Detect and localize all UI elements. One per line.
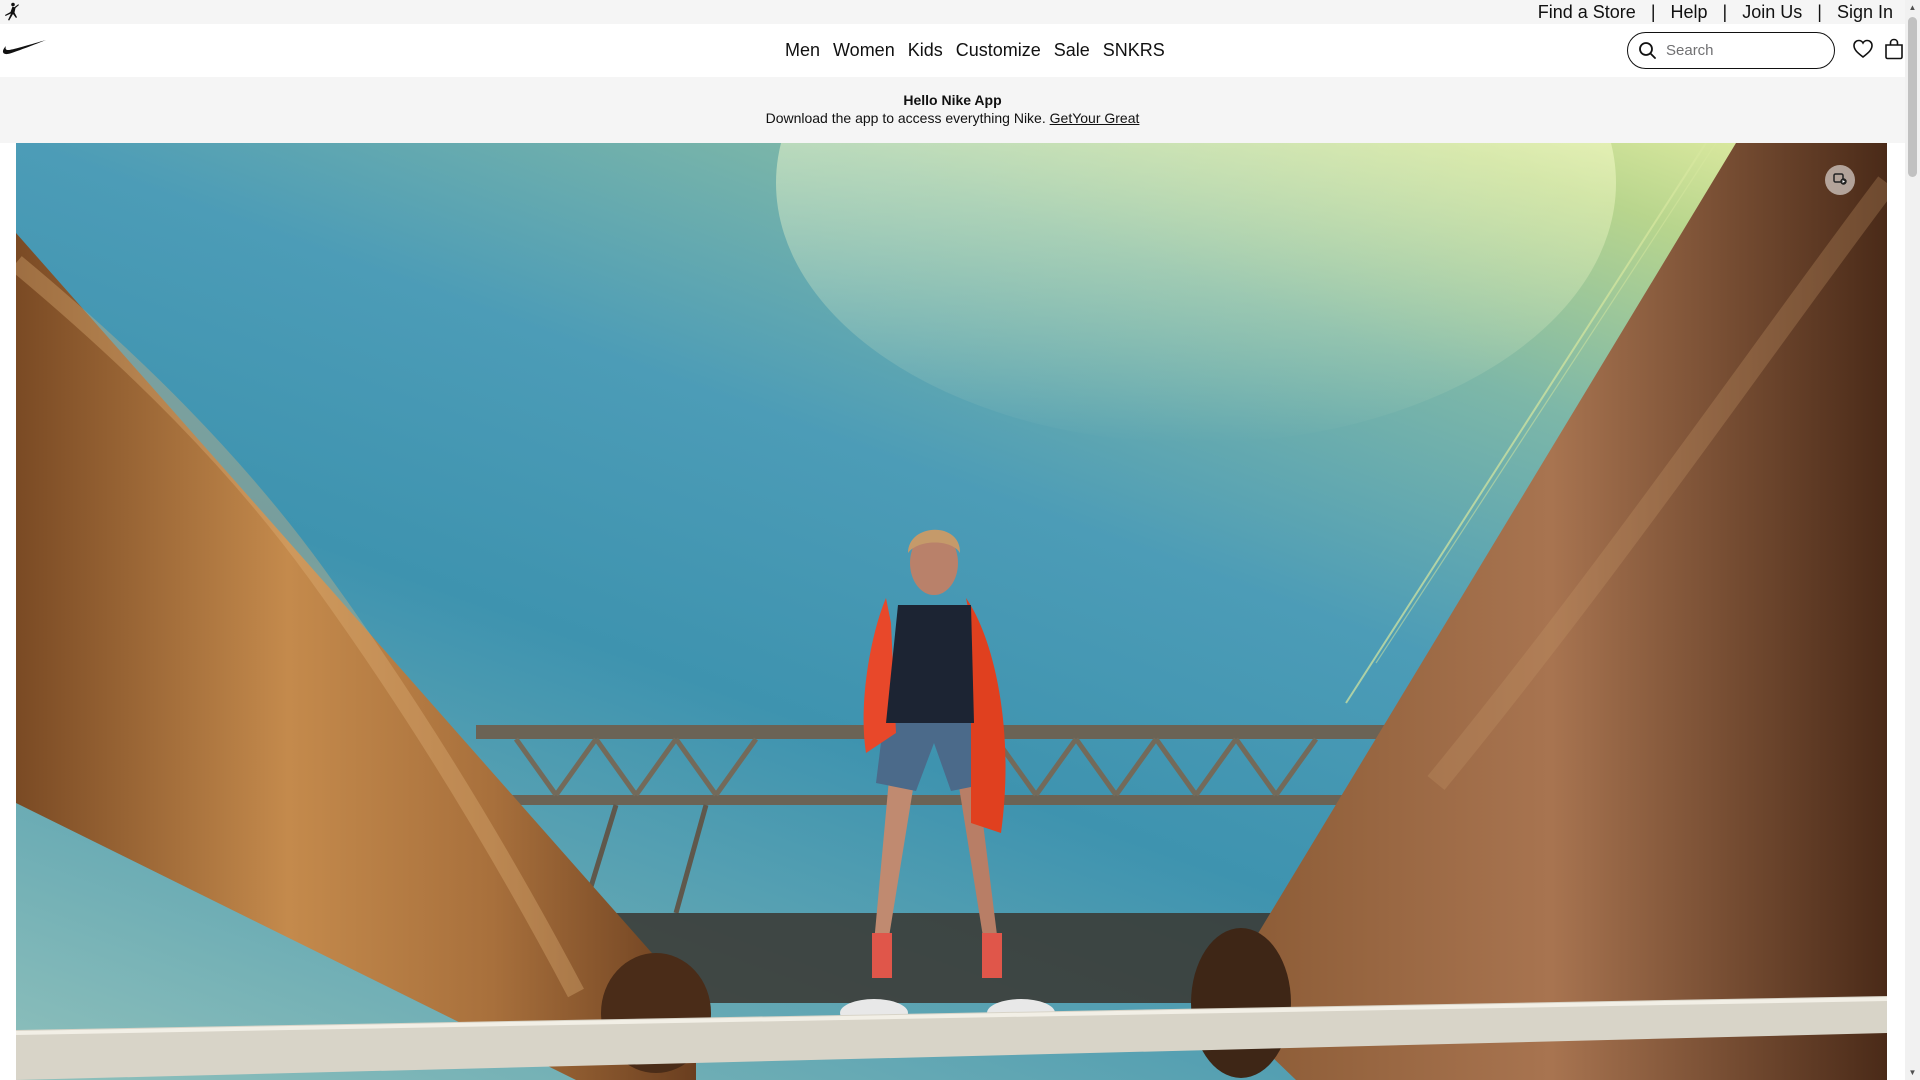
- sun-glow: [776, 143, 1616, 443]
- separator: |: [1650, 1, 1656, 22]
- promo-link[interactable]: GetYour Great: [1050, 110, 1140, 126]
- nike-swoosh-icon[interactable]: [2, 38, 46, 58]
- jordan-jumpman-icon[interactable]: [2, 2, 22, 22]
- video-control-button[interactable]: [1825, 165, 1855, 195]
- utility-links: Find a Store | Help | Join Us | Sign In: [1538, 0, 1893, 24]
- nav-kids[interactable]: Kids: [908, 40, 943, 61]
- sign-in-link[interactable]: Sign In: [1837, 2, 1893, 23]
- promo-title: Hello Nike App: [903, 92, 1002, 108]
- separator: |: [1817, 1, 1822, 22]
- main-header: Men Women Kids Customize Sale SNKRS: [0, 24, 1905, 77]
- main-nav: Men Women Kids Customize Sale SNKRS: [785, 24, 1165, 77]
- shopping-bag-icon[interactable]: [1883, 37, 1905, 61]
- promo-banner: Hello Nike App Download the app to acces…: [0, 77, 1905, 143]
- video-control-icon: [1831, 169, 1849, 192]
- search-icon[interactable]: [1636, 40, 1658, 62]
- truss-bridge: [476, 725, 1396, 914]
- join-us-link[interactable]: Join Us: [1742, 2, 1802, 23]
- find-a-store-link[interactable]: Find a Store: [1538, 2, 1636, 23]
- scroll-down-arrow-icon[interactable]: ▼: [1905, 1065, 1920, 1080]
- right-pipe-end: [1191, 928, 1291, 1078]
- search-box[interactable]: [1627, 32, 1835, 69]
- hero-video[interactable]: [16, 143, 1887, 1080]
- page-scrollbar[interactable]: ▲ ▼: [1905, 0, 1920, 1080]
- promo-message: Download the app to access everything Ni…: [765, 110, 1046, 126]
- heart-icon[interactable]: [1852, 38, 1874, 60]
- nav-sale[interactable]: Sale: [1054, 40, 1090, 61]
- scroll-thumb[interactable]: [1908, 17, 1917, 177]
- nav-women[interactable]: Women: [833, 40, 895, 61]
- scroll-up-arrow-icon[interactable]: ▲: [1905, 0, 1920, 15]
- separator: |: [1722, 1, 1728, 22]
- help-link[interactable]: Help: [1671, 2, 1708, 23]
- nav-snkrs[interactable]: SNKRS: [1103, 40, 1165, 61]
- utility-bar: Find a Store | Help | Join Us | Sign In: [0, 0, 1905, 24]
- promo-text: Download the app to access everything Ni…: [0, 110, 1905, 126]
- search-input[interactable]: [1664, 41, 1824, 60]
- nav-men[interactable]: Men: [785, 40, 820, 61]
- hero-scene: [16, 143, 1887, 1080]
- nav-customize[interactable]: Customize: [956, 40, 1041, 61]
